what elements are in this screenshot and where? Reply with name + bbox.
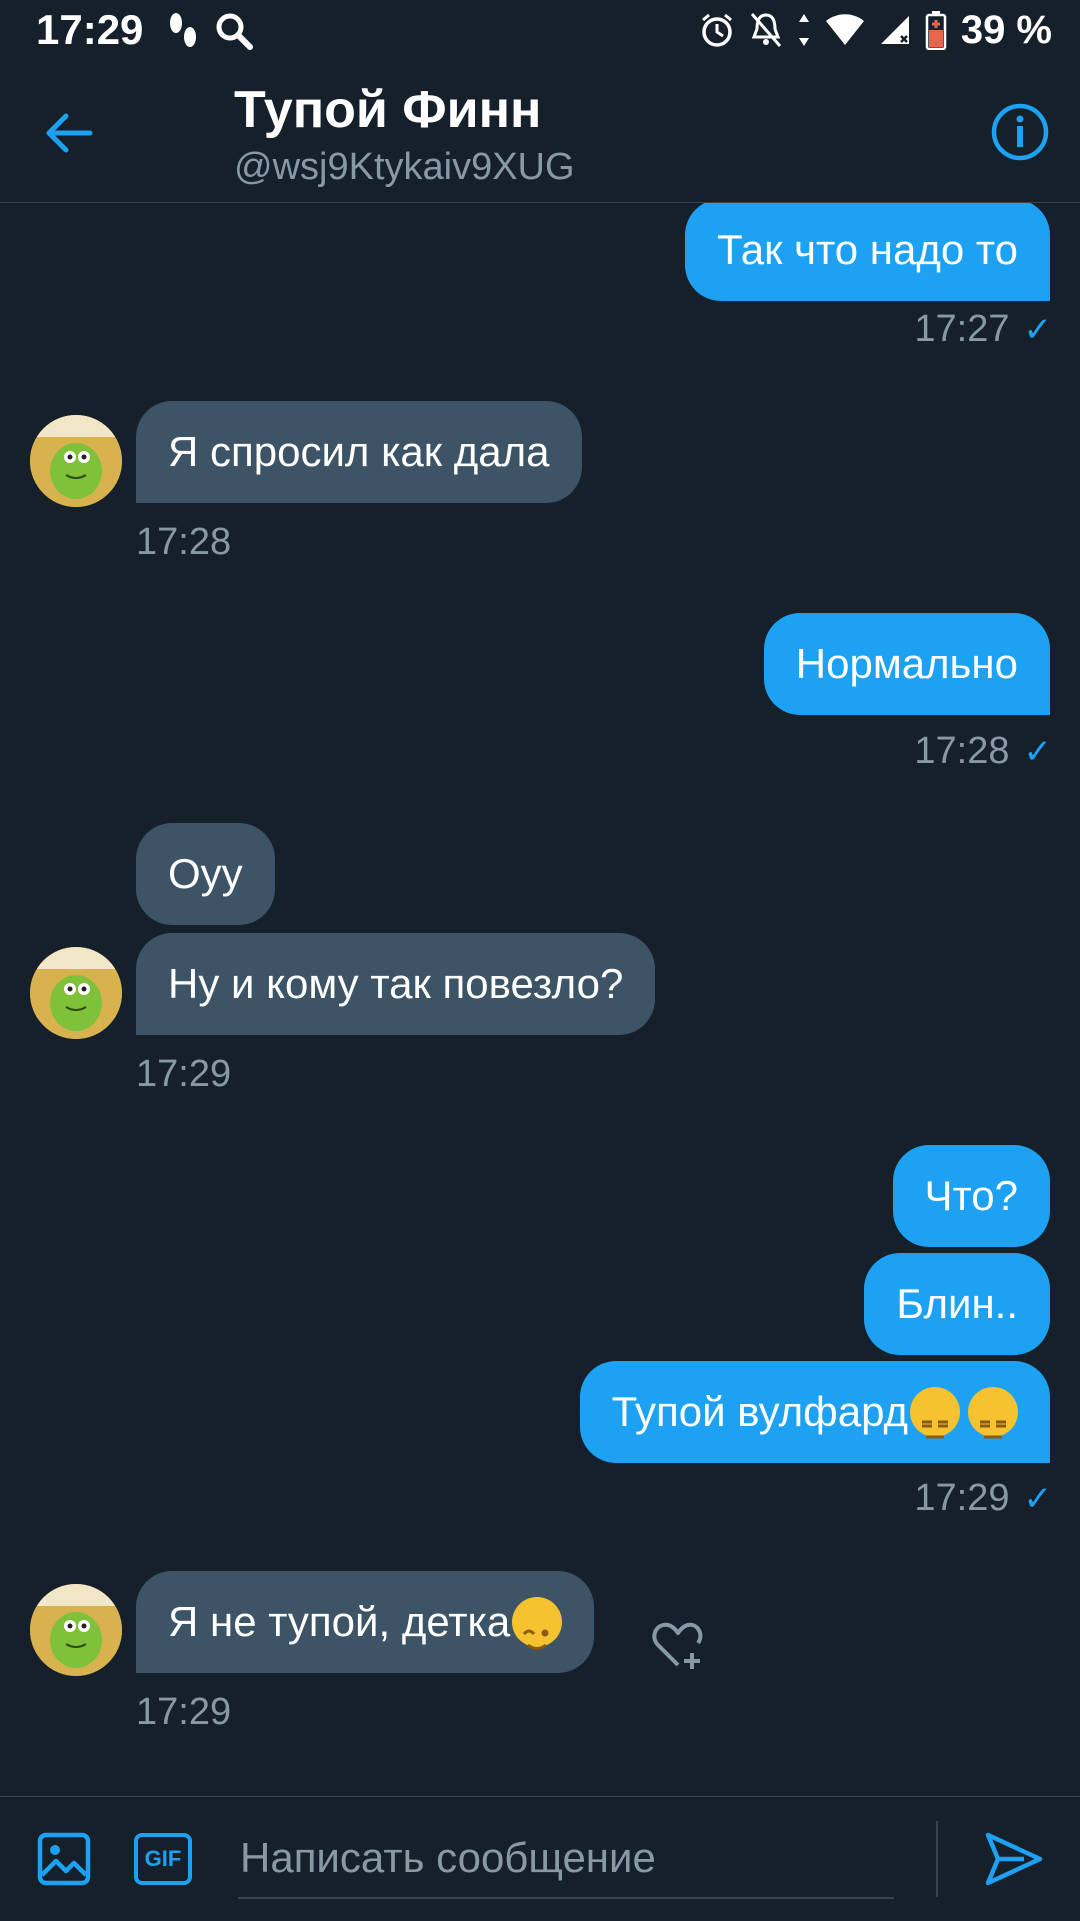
contact-name[interactable]: Тупой Финн bbox=[234, 80, 541, 140]
send-icon[interactable] bbox=[984, 1831, 1044, 1887]
message-time: 17:29 bbox=[136, 1691, 232, 1733]
message-text: Нормально bbox=[795, 640, 1018, 687]
message-text: Тупой вулфард bbox=[611, 1388, 908, 1435]
message-time: 17:29 bbox=[136, 1053, 232, 1095]
message-bubble-outgoing[interactable]: Тупой вулфард bbox=[579, 1361, 1050, 1463]
message-bubble-outgoing[interactable]: Что? bbox=[892, 1145, 1050, 1247]
message-composer: GIF bbox=[0, 1796, 1080, 1921]
message-bubble-outgoing[interactable]: Так что надо то bbox=[684, 203, 1050, 301]
footsteps-icon bbox=[170, 13, 196, 47]
alarm-icon bbox=[701, 13, 732, 47]
message-text: Ну и кому так повезло? bbox=[168, 960, 624, 1007]
message-bubble-outgoing[interactable]: Нормально bbox=[763, 613, 1050, 715]
battery-icon bbox=[925, 11, 947, 50]
expressionless-emoji-icon bbox=[968, 1386, 1018, 1439]
message-time: 17:28 bbox=[136, 521, 232, 563]
status-bar: 17:29 39 % bbox=[0, 0, 1080, 62]
message-input[interactable] bbox=[238, 1819, 894, 1899]
data-arrows-icon bbox=[798, 14, 809, 46]
message-text: Так что надо то bbox=[716, 226, 1018, 273]
info-icon[interactable] bbox=[990, 102, 1050, 162]
divider bbox=[936, 1821, 938, 1897]
avatar[interactable] bbox=[30, 947, 122, 1039]
conversation-header: Тупой Финн @wsj9Ktykaiv9XUG bbox=[0, 62, 1080, 203]
winking-emoji-icon bbox=[512, 1596, 563, 1650]
heart-plus-icon[interactable] bbox=[648, 1615, 708, 1675]
message-text: Что? bbox=[924, 1172, 1018, 1219]
sent-check-icon: ✓ bbox=[1023, 1479, 1053, 1518]
message-bubble-incoming[interactable]: Оуу bbox=[136, 823, 275, 925]
message-text: Я не тупой, детка bbox=[168, 1598, 511, 1645]
signal-icon bbox=[880, 16, 909, 44]
status-time: 17:29 bbox=[36, 6, 144, 53]
message-meta: 17:28 ✓ bbox=[914, 730, 1052, 773]
message-text: Блин.. bbox=[896, 1280, 1018, 1327]
avatar-image bbox=[30, 1584, 122, 1676]
sent-check-icon: ✓ bbox=[1023, 732, 1053, 771]
message-time: 17:29 bbox=[914, 1477, 1010, 1519]
contact-handle[interactable]: @wsj9Ktykaiv9XUG bbox=[234, 146, 575, 189]
avatar[interactable] bbox=[30, 415, 122, 507]
message-meta: 17:29 ✓ bbox=[914, 1477, 1052, 1520]
gif-button[interactable]: GIF bbox=[134, 1833, 192, 1885]
image-icon[interactable] bbox=[36, 1831, 92, 1887]
message-time: 17:28 bbox=[914, 730, 1010, 772]
notifications-off-icon bbox=[750, 13, 781, 47]
avatar-image bbox=[30, 947, 122, 1039]
message-bubble-incoming[interactable]: Я не тупой, детка bbox=[136, 1571, 595, 1673]
message-bubble-incoming[interactable]: Ну и кому так повезло? bbox=[136, 933, 656, 1035]
status-icons-left bbox=[166, 8, 254, 54]
avatar-image bbox=[30, 415, 122, 507]
sent-check-icon: ✓ bbox=[1023, 310, 1053, 349]
message-text: Оуу bbox=[168, 850, 243, 897]
wifi-icon bbox=[825, 14, 864, 45]
message-time: 17:27 bbox=[914, 308, 1010, 350]
battery-percentage: 39 % bbox=[960, 7, 1052, 52]
avatar[interactable] bbox=[30, 1584, 122, 1676]
message-list[interactable]: Так что надо то 17:27 ✓ Я спросил как да… bbox=[0, 203, 1080, 1796]
expressionless-emoji-icon bbox=[910, 1386, 960, 1439]
search-icon bbox=[216, 13, 253, 50]
message-bubble-outgoing[interactable]: Блин.. bbox=[864, 1253, 1050, 1355]
message-meta: 17:27 ✓ bbox=[914, 308, 1052, 351]
message-text: Я спросил как дала bbox=[168, 428, 550, 475]
back-arrow-icon[interactable] bbox=[44, 108, 94, 158]
message-bubble-incoming[interactable]: Я спросил как дала bbox=[136, 401, 582, 503]
status-icons-right: 39 % bbox=[699, 6, 1052, 54]
